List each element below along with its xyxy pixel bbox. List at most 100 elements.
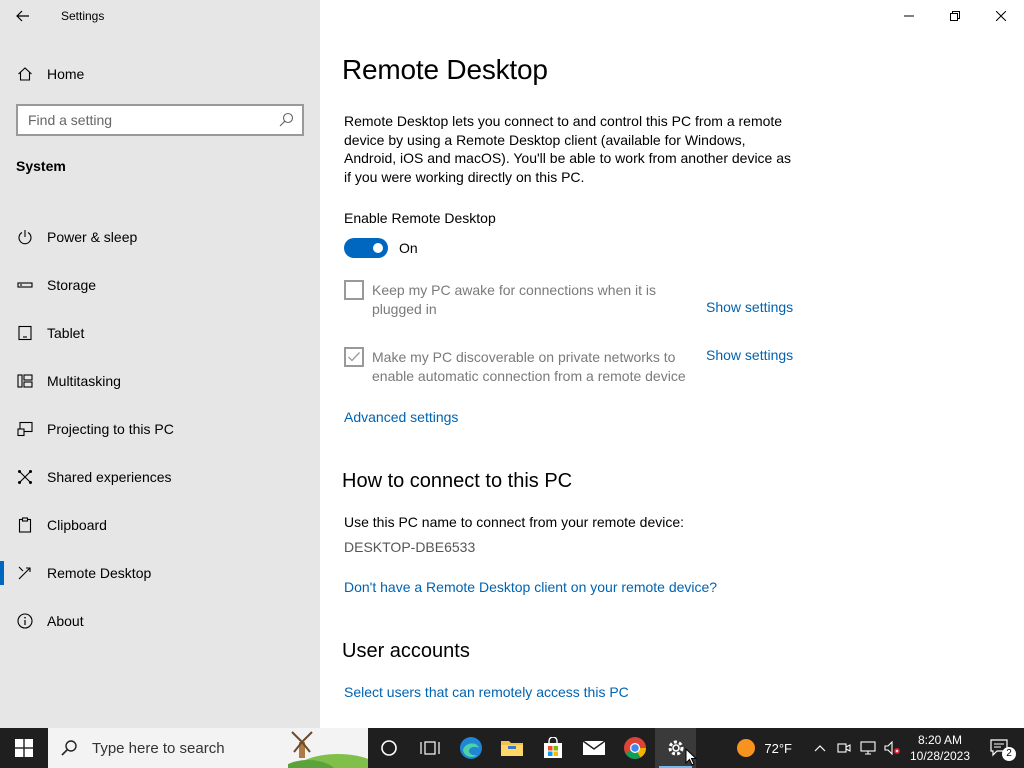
home-nav-item[interactable]: Home [0, 56, 320, 92]
task-view-button[interactable] [409, 728, 450, 768]
home-label: Home [47, 66, 85, 82]
notification-count-badge: 2 [1002, 747, 1016, 761]
section-title: System [16, 158, 66, 174]
volume-button[interactable] [880, 728, 904, 768]
show-settings-link-1[interactable]: Show settings [706, 299, 793, 315]
restore-icon [950, 11, 960, 21]
chrome-icon [623, 737, 646, 759]
chevron-up-icon [814, 745, 826, 752]
connect-instructions: Use this PC name to connect from your re… [344, 514, 685, 530]
toggle-knob [373, 243, 383, 253]
advanced-settings-link[interactable]: Advanced settings [344, 409, 458, 425]
discoverable-label: Make my PC discoverable on private netwo… [372, 349, 686, 384]
back-arrow-icon [16, 10, 29, 22]
cortana-button[interactable] [368, 728, 409, 768]
sidebar-item-clipboard[interactable]: Clipboard [0, 501, 320, 549]
find-setting-input[interactable] [28, 112, 278, 128]
taskbar-file-explorer[interactable] [491, 728, 532, 768]
sidebar-item-label: Projecting to this PC [47, 421, 174, 437]
sidebar-item-label: Clipboard [47, 517, 107, 533]
cortana-circle-icon [380, 740, 397, 756]
sidebar-item-power-sleep[interactable]: Power & sleep [0, 213, 320, 261]
checkmark-icon [348, 352, 360, 362]
windows-logo-icon [15, 739, 33, 757]
user-accounts-heading: User accounts [342, 640, 470, 662]
shared-experiences-icon [16, 468, 34, 486]
sidebar: Settings Home System Power & sleep Stora… [0, 0, 320, 728]
clock[interactable]: 8:20 AM 10/28/2023 [904, 732, 976, 764]
find-setting-search[interactable] [16, 104, 304, 136]
taskbar-chrome[interactable] [614, 728, 655, 768]
info-icon [16, 612, 34, 630]
taskbar: Type here to search 72°F 8:20 AM 10/28/2… [0, 728, 1024, 768]
restore-button[interactable] [932, 0, 978, 32]
tablet-icon [16, 324, 34, 342]
sidebar-item-label: Shared experiences [47, 469, 172, 485]
sidebar-item-label: Power & sleep [47, 229, 138, 245]
sidebar-item-multitasking[interactable]: Multitasking [0, 357, 320, 405]
sidebar-item-about[interactable]: About [0, 597, 320, 645]
show-hidden-icons-button[interactable] [808, 728, 832, 768]
taskbar-search-placeholder: Type here to search [92, 739, 225, 757]
sidebar-item-label: Remote Desktop [47, 565, 152, 581]
store-bag-icon [543, 737, 562, 758]
clipboard-icon [16, 516, 34, 534]
sidebar-item-label: Storage [47, 277, 97, 293]
taskbar-mail[interactable] [573, 728, 614, 768]
main-content: Remote Desktop Remote Desktop lets you c… [320, 0, 1024, 728]
keep-awake-checkbox[interactable] [344, 280, 364, 300]
toggle-state-label: On [399, 240, 418, 256]
search-icon [61, 740, 77, 756]
sidebar-item-tablet[interactable]: Tablet [0, 309, 320, 357]
search-highlight-windmill-icon [288, 731, 368, 768]
clock-time: 8:20 AM [917, 733, 963, 747]
sidebar-item-projecting[interactable]: Projecting to this PC [0, 405, 320, 453]
projecting-icon [16, 420, 34, 438]
nav-list: Power & sleep Storage Tablet Multitaskin… [0, 213, 320, 645]
settings-gear-icon [668, 740, 683, 756]
network-icon [860, 741, 876, 755]
back-button[interactable] [0, 0, 46, 32]
task-view-icon [419, 741, 440, 755]
discoverable-checkbox[interactable] [344, 347, 364, 367]
network-button[interactable] [856, 728, 880, 768]
remote-desktop-icon [16, 564, 34, 582]
weather-widget[interactable] [734, 728, 758, 768]
enable-remote-desktop-label: Enable Remote Desktop [344, 210, 496, 226]
sidebar-item-shared-experiences[interactable]: Shared experiences [0, 453, 320, 501]
sidebar-item-storage[interactable]: Storage [0, 261, 320, 309]
power-icon [16, 228, 34, 246]
minimize-button[interactable] [886, 0, 932, 32]
mail-icon [582, 740, 605, 755]
sidebar-item-label: Tablet [47, 325, 85, 341]
meet-now-button[interactable] [832, 728, 856, 768]
weather-temperature[interactable]: 72°F [764, 741, 792, 756]
taskbar-settings[interactable] [655, 728, 697, 768]
enable-remote-desktop-toggle[interactable] [344, 238, 388, 258]
multitasking-icon [16, 372, 34, 390]
system-tray: 72°F 8:20 AM 10/28/2023 2 [734, 728, 1024, 768]
pc-name: DESKTOP-DBE6533 [344, 539, 476, 555]
minimize-icon [904, 15, 914, 17]
taskbar-search-box[interactable]: Type here to search [48, 728, 368, 768]
action-center-button[interactable]: 2 [976, 728, 1024, 768]
keep-awake-label: Keep my PC awake for connections when it… [372, 282, 657, 317]
select-users-link[interactable]: Select users that can remotely access th… [344, 684, 629, 700]
show-settings-link-2[interactable]: Show settings [706, 347, 793, 363]
volume-muted-icon [884, 741, 900, 755]
mouse-cursor-icon [685, 748, 697, 766]
sidebar-item-label: About [47, 613, 84, 629]
close-icon [996, 11, 1006, 21]
sidebar-item-label: Multitasking [47, 373, 121, 389]
remote-desktop-description: Remote Desktop lets you connect to and c… [344, 113, 792, 185]
close-button[interactable] [978, 0, 1024, 32]
sidebar-item-remote-desktop[interactable]: Remote Desktop [0, 549, 320, 597]
title-bar: Settings [0, 0, 320, 32]
taskbar-store[interactable] [532, 728, 573, 768]
remote-client-link[interactable]: Don't have a Remote Desktop client on yo… [344, 579, 717, 595]
start-button[interactable] [0, 728, 48, 768]
home-icon [16, 65, 34, 83]
taskbar-edge[interactable] [450, 728, 491, 768]
clock-date: 10/28/2023 [909, 749, 971, 763]
page-title: Remote Desktop [342, 54, 548, 85]
